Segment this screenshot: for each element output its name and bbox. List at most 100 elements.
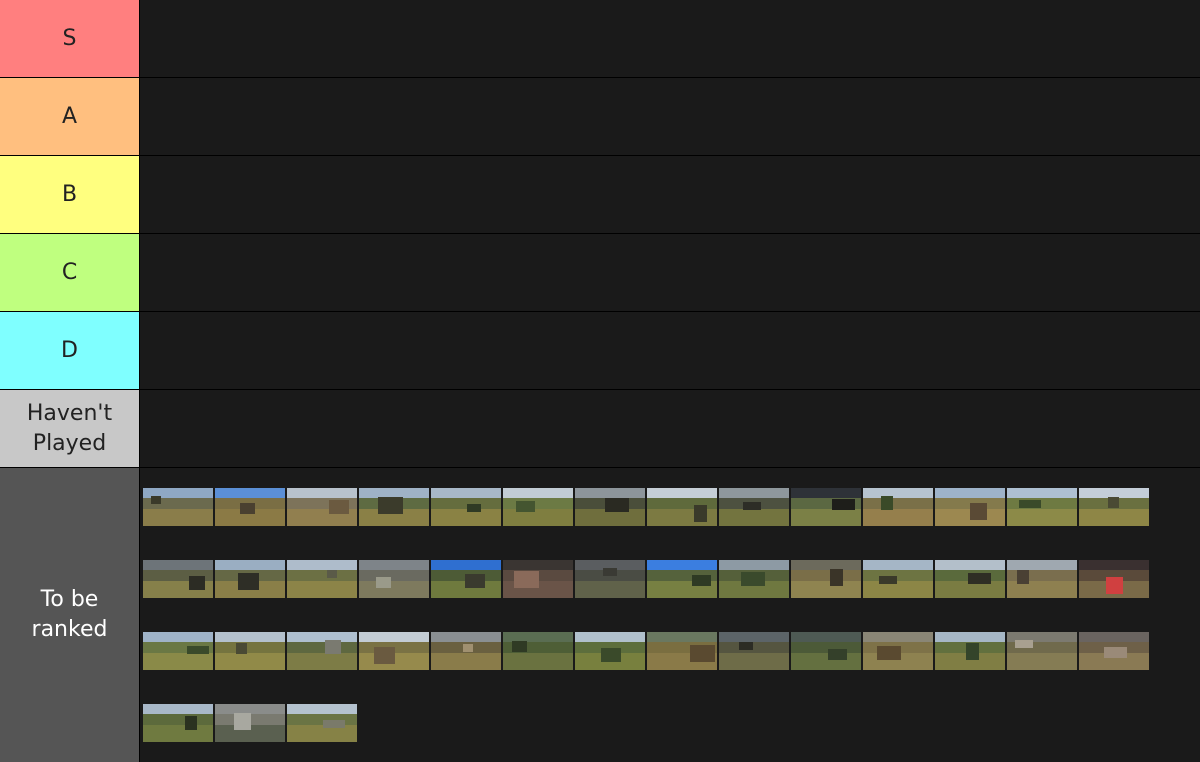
thumbnail-ground <box>791 653 861 670</box>
thumbnail-landmark <box>832 499 855 510</box>
map-thumbnail[interactable] <box>647 488 717 526</box>
map-thumbnail[interactable] <box>143 632 213 670</box>
thumbnail-sky <box>431 560 501 570</box>
map-thumbnail[interactable] <box>431 488 501 526</box>
thumbnail-ground <box>1007 509 1077 526</box>
map-thumbnail[interactable] <box>575 632 645 670</box>
map-thumbnail[interactable] <box>287 704 357 742</box>
thumbnail-landmark <box>1019 500 1041 508</box>
map-thumbnail[interactable] <box>359 632 429 670</box>
map-thumbnail[interactable] <box>863 488 933 526</box>
tier-dropzone-b[interactable] <box>140 156 1200 233</box>
thumbnail-landmark <box>240 503 255 514</box>
thumbnail-landmark <box>877 646 901 660</box>
tier-dropzone-havent-played[interactable] <box>140 390 1200 467</box>
thumbnail-landmark <box>694 505 707 522</box>
map-thumbnail[interactable] <box>215 704 285 742</box>
map-thumbnail[interactable] <box>719 560 789 598</box>
thumbnail-landmark <box>238 573 259 590</box>
tier-label-a[interactable]: A <box>0 78 139 155</box>
thumbnail-sky <box>719 488 789 498</box>
map-thumbnail[interactable] <box>647 560 717 598</box>
thumbnail-ground <box>791 509 861 526</box>
thumbnail-midground <box>287 569 357 582</box>
tier-label-b[interactable]: B <box>0 156 139 233</box>
map-thumbnail[interactable] <box>1079 488 1149 526</box>
thumbnail-sky <box>359 560 429 570</box>
map-thumbnail[interactable] <box>647 632 717 670</box>
thumbnail-sky <box>863 488 933 498</box>
map-thumbnail[interactable] <box>575 560 645 598</box>
map-thumbnail[interactable] <box>1007 632 1077 670</box>
thumbnail-ground <box>1079 509 1149 526</box>
tier-dropzone-s[interactable] <box>140 0 1200 77</box>
map-thumbnail[interactable] <box>1007 488 1077 526</box>
thumbnail-sky <box>935 488 1005 498</box>
thumbnail-sky <box>287 560 357 570</box>
map-thumbnail[interactable] <box>863 632 933 670</box>
tier-label-d[interactable]: D <box>0 312 139 389</box>
map-thumbnail[interactable] <box>719 632 789 670</box>
map-thumbnail[interactable] <box>431 632 501 670</box>
map-thumbnail[interactable] <box>287 560 357 598</box>
thumbnail-ground <box>143 509 213 526</box>
tier-label-c[interactable]: C <box>0 234 139 311</box>
thumbnail-sky <box>287 632 357 642</box>
thumbnail-landmark <box>603 568 617 576</box>
thumbnail-sky <box>1007 560 1077 570</box>
map-thumbnail[interactable] <box>359 488 429 526</box>
map-thumbnail[interactable] <box>719 488 789 526</box>
thumbnail-landmark <box>1108 497 1119 508</box>
thumbnail-sky <box>287 488 357 498</box>
map-thumbnail[interactable] <box>503 488 573 526</box>
tier-list: S A B C D Haven't Played To be ranked <box>0 0 1200 762</box>
map-thumbnail[interactable] <box>575 488 645 526</box>
tier-dropzone-d[interactable] <box>140 312 1200 389</box>
thumbnail-landmark <box>1015 640 1033 648</box>
thumbnail-midground <box>287 713 357 726</box>
map-thumbnail[interactable] <box>215 488 285 526</box>
thumbnail-midground <box>359 569 429 582</box>
thumbnail-sky <box>215 560 285 570</box>
thumbnail-sky <box>143 560 213 570</box>
thumbnail-landmark <box>236 643 247 654</box>
thumbnail-ground <box>287 581 357 598</box>
map-thumbnail[interactable] <box>791 488 861 526</box>
map-thumbnail[interactable] <box>1079 560 1149 598</box>
map-thumbnail[interactable] <box>1007 560 1077 598</box>
map-thumbnail[interactable] <box>935 560 1005 598</box>
map-thumbnail[interactable] <box>791 560 861 598</box>
map-thumbnail[interactable] <box>359 560 429 598</box>
thumbnail-sky <box>791 560 861 570</box>
tier-dropzone-c[interactable] <box>140 234 1200 311</box>
thumbnail-sky <box>863 632 933 642</box>
thumbnail-landmark <box>374 647 395 664</box>
thumbnail-ground <box>719 509 789 526</box>
map-thumbnail[interactable] <box>935 632 1005 670</box>
map-thumbnail[interactable] <box>143 560 213 598</box>
thumbnail-landmark <box>378 497 403 514</box>
unranked-pool[interactable] <box>140 468 1200 762</box>
thumbnail-landmark <box>605 498 629 512</box>
map-thumbnail[interactable] <box>287 488 357 526</box>
tier-dropzone-a[interactable] <box>140 78 1200 155</box>
map-thumbnail[interactable] <box>791 632 861 670</box>
map-thumbnail[interactable] <box>215 632 285 670</box>
map-thumbnail[interactable] <box>1079 632 1149 670</box>
thumbnail-landmark <box>690 645 715 662</box>
map-thumbnail[interactable] <box>935 488 1005 526</box>
map-thumbnail[interactable] <box>143 704 213 742</box>
map-thumbnail[interactable] <box>863 560 933 598</box>
map-thumbnail[interactable] <box>431 560 501 598</box>
thumbnail-sky <box>935 560 1005 570</box>
tier-label-havent-played[interactable]: Haven't Played <box>0 390 139 467</box>
map-thumbnail[interactable] <box>215 560 285 598</box>
map-thumbnail[interactable] <box>143 488 213 526</box>
thumbnail-sky <box>215 632 285 642</box>
thumbnail-sky <box>503 560 573 570</box>
map-thumbnail[interactable] <box>503 560 573 598</box>
tier-label-s[interactable]: S <box>0 0 139 77</box>
thumbnail-landmark <box>463 644 473 652</box>
map-thumbnail[interactable] <box>287 632 357 670</box>
map-thumbnail[interactable] <box>503 632 573 670</box>
